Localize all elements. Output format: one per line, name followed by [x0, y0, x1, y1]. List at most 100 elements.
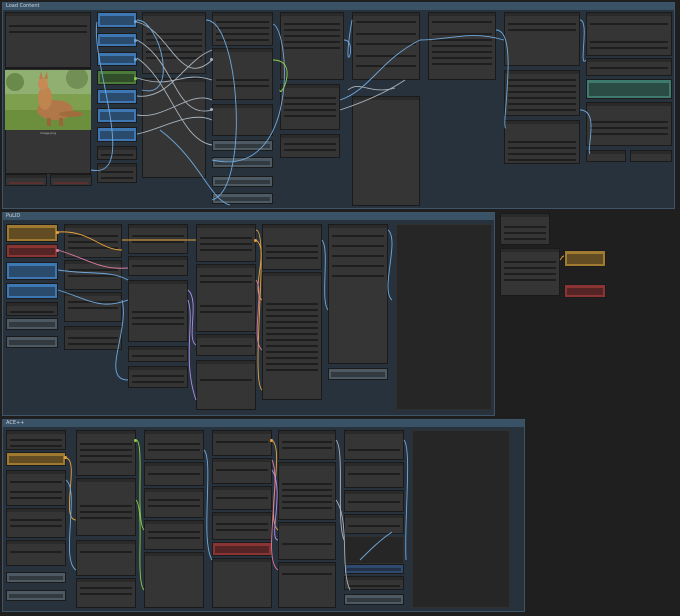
- node-p-a[interactable]: [6, 302, 58, 316]
- node-a-n[interactable]: [212, 430, 272, 456]
- node-navy-a1[interactable]: [344, 564, 404, 574]
- node-blue-3[interactable]: [97, 52, 137, 66]
- node-a-w[interactable]: [344, 430, 404, 460]
- node-a-a[interactable]: [6, 430, 66, 450]
- pin-out-3[interactable]: [134, 58, 137, 61]
- node-a-q[interactable]: [212, 512, 272, 540]
- node-load-a[interactable]: [5, 174, 47, 186]
- node-gray-a2[interactable]: [6, 590, 66, 601]
- node-a-m[interactable]: [144, 552, 204, 608]
- node-gray-p1[interactable]: [6, 318, 58, 330]
- node-col6-b[interactable]: [352, 96, 420, 206]
- node-float-b[interactable]: [500, 248, 560, 296]
- node-gray-4[interactable]: [212, 193, 273, 204]
- node-col9-d[interactable]: [586, 150, 626, 162]
- node-gold-a1[interactable]: [6, 452, 66, 466]
- pin-in-2[interactable]: [210, 108, 213, 111]
- node-green-1[interactable]: [97, 70, 137, 85]
- node-a-aa[interactable]: [344, 576, 404, 590]
- node-a-k[interactable]: [144, 488, 204, 518]
- node-gray-a3[interactable]: [344, 594, 404, 605]
- node-col4-c[interactable]: [212, 104, 273, 136]
- node-blue-p2[interactable]: [6, 283, 58, 299]
- pin-in-8[interactable]: [270, 439, 273, 442]
- node-col8-b[interactable]: [504, 70, 580, 116]
- node-p-q[interactable]: [328, 224, 388, 364]
- node-p-p[interactable]: [262, 272, 322, 400]
- pin-in-1[interactable]: [210, 58, 213, 61]
- node-red-float[interactable]: [564, 284, 606, 298]
- node-a-e[interactable]: [76, 430, 136, 476]
- node-blue-1[interactable]: [97, 12, 137, 28]
- node-a-t[interactable]: [278, 462, 336, 520]
- node-p-b[interactable]: [64, 224, 122, 258]
- group-title-load-content[interactable]: Load Content: [3, 3, 674, 10]
- pin-in-7[interactable]: [134, 439, 137, 442]
- node-col9-c[interactable]: [586, 102, 672, 146]
- node-col3-a[interactable]: [142, 12, 206, 74]
- node-red-1[interactable]: [6, 244, 58, 258]
- node-p-j[interactable]: [128, 366, 188, 388]
- node-p-k[interactable]: [196, 224, 256, 262]
- node-p-g[interactable]: [128, 256, 188, 276]
- node-p-e[interactable]: [64, 326, 122, 350]
- node-col5-c[interactable]: [280, 134, 340, 158]
- node-blue-p1[interactable]: [6, 262, 58, 280]
- pin-in-3[interactable]: [56, 231, 59, 234]
- node-p-f[interactable]: [128, 224, 188, 254]
- node-col9-b[interactable]: [586, 58, 672, 76]
- node-p-m[interactable]: [196, 334, 256, 356]
- node-col8-a[interactable]: [504, 12, 580, 66]
- node-blue-4[interactable]: [97, 89, 137, 104]
- node-gray-p2[interactable]: [6, 336, 58, 348]
- node-a-s[interactable]: [278, 430, 336, 460]
- pin-in-6[interactable]: [64, 456, 67, 459]
- node-load-text[interactable]: [5, 12, 91, 68]
- node-a-o[interactable]: [212, 458, 272, 484]
- node-a-p[interactable]: [212, 486, 272, 510]
- pin-out-4[interactable]: [134, 77, 137, 80]
- node-p-l[interactable]: [196, 264, 256, 332]
- node-gray-p3[interactable]: [328, 368, 388, 380]
- node-a-b[interactable]: [6, 470, 66, 506]
- node-gold-1[interactable]: [6, 224, 58, 242]
- node-col5-a[interactable]: [280, 12, 344, 80]
- node-a-c[interactable]: [6, 508, 66, 538]
- node-a-d[interactable]: [6, 540, 66, 566]
- node-a-z[interactable]: [344, 514, 404, 534]
- node-blue-5[interactable]: [97, 108, 137, 123]
- node-p-d[interactable]: [64, 292, 122, 322]
- node-a-g[interactable]: [76, 540, 136, 576]
- node-col9-e[interactable]: [630, 150, 672, 162]
- node-a-x[interactable]: [344, 462, 404, 488]
- node-a-j[interactable]: [144, 462, 204, 486]
- node-gray-2[interactable]: [212, 157, 273, 168]
- pin-out-2[interactable]: [134, 39, 137, 42]
- node-p-o[interactable]: [262, 224, 322, 270]
- node-gray-1[interactable]: [212, 140, 273, 151]
- node-col8-c[interactable]: [504, 120, 580, 164]
- node-a-f[interactable]: [76, 478, 136, 536]
- node-col5-b[interactable]: [280, 84, 340, 130]
- node-a-r[interactable]: [212, 558, 272, 608]
- node-p-h[interactable]: [128, 280, 188, 342]
- node-small-1[interactable]: [97, 146, 137, 160]
- pin-in-5[interactable]: [254, 239, 257, 242]
- node-p-c[interactable]: [64, 260, 122, 290]
- group-title-pulid[interactable]: PuLID: [3, 213, 494, 220]
- node-a-u[interactable]: [278, 522, 336, 560]
- group-title-ace[interactable]: ACE++: [3, 420, 524, 427]
- node-p-n[interactable]: [196, 360, 256, 410]
- node-a-i[interactable]: [144, 430, 204, 460]
- node-a-v[interactable]: [278, 562, 336, 608]
- node-a-l[interactable]: [144, 520, 204, 550]
- node-col4-b[interactable]: [212, 48, 273, 100]
- node-col3-b[interactable]: [142, 78, 206, 178]
- node-red-a1[interactable]: [212, 542, 272, 556]
- pin-in-4[interactable]: [56, 249, 59, 252]
- node-small-2[interactable]: [97, 163, 137, 183]
- node-gray-3[interactable]: [212, 176, 273, 187]
- node-load-b[interactable]: [50, 174, 92, 186]
- node-col9-a[interactable]: [586, 12, 672, 56]
- node-blue-2[interactable]: [97, 33, 137, 47]
